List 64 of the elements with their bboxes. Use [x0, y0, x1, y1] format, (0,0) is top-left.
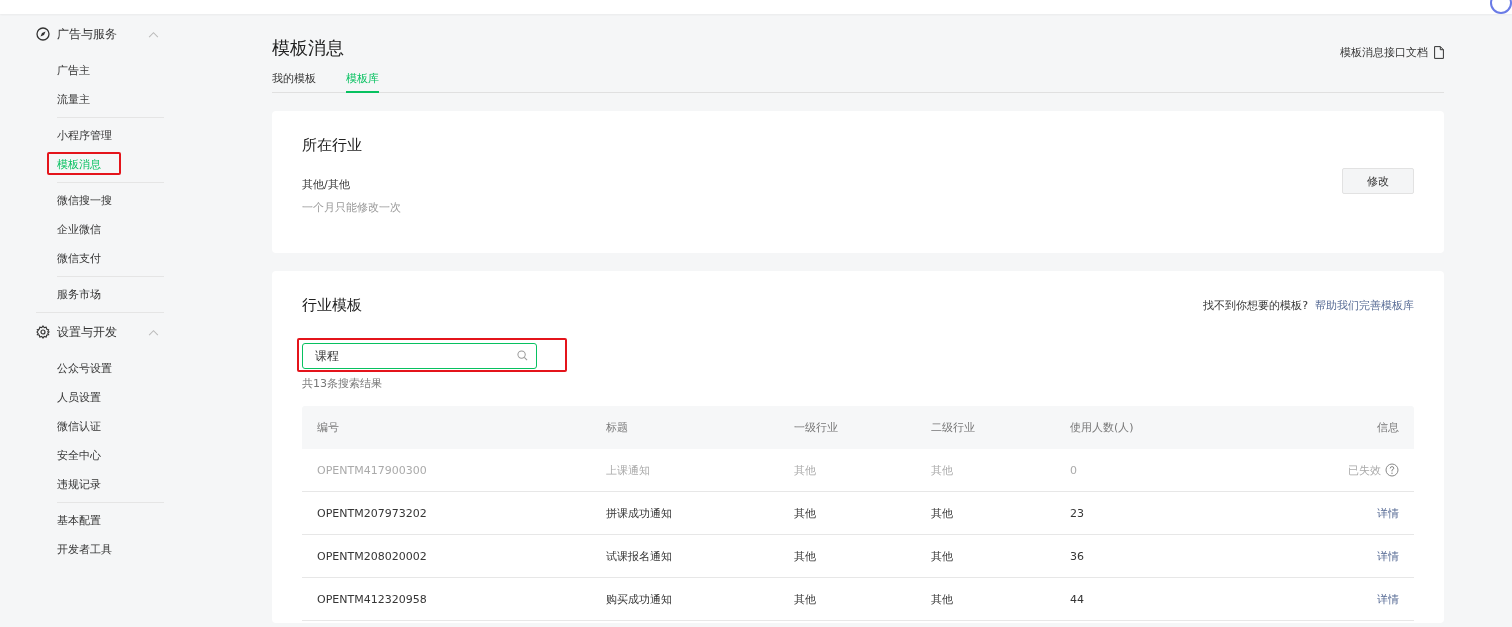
settings-icon: [36, 325, 50, 339]
sidebar-item[interactable]: 微信认证: [57, 419, 101, 434]
table-cell: 其他: [794, 462, 816, 478]
group-title[interactable]: 广告与服务: [57, 25, 148, 43]
column-header: 信息: [1377, 420, 1399, 435]
sidebar-item[interactable]: 基本配置: [57, 513, 101, 528]
sidebar-item[interactable]: 开发者工具: [57, 542, 112, 557]
tab[interactable]: 我的模板: [272, 69, 316, 93]
sidebar-item[interactable]: 服务市场: [57, 287, 101, 302]
sidebar-item[interactable]: 违规记录: [57, 477, 101, 492]
table-cell: 其他: [794, 548, 816, 564]
table-cell: 其他: [931, 548, 953, 564]
chevron-icon[interactable]: [148, 30, 159, 38]
sidebar-item[interactable]: 微信支付: [57, 251, 101, 266]
column-header: 一级行业: [794, 420, 838, 435]
card-title: 所在行业: [302, 136, 363, 155]
table-cell: 其他: [931, 505, 953, 521]
table-cell: OPENTM412320958: [317, 592, 427, 606]
status-text: 已失效: [1348, 462, 1381, 478]
doc-link[interactable]: 模板消息接口文档: [1340, 44, 1428, 60]
industry-value: 其他/其他: [302, 177, 351, 192]
table-cell: 拼课成功通知: [606, 505, 672, 521]
sidebar-item[interactable]: 微信搜一搜: [57, 193, 112, 208]
result-count: 共13条搜索结果: [302, 376, 383, 391]
table-cell: 试课报名通知: [606, 548, 672, 564]
table-cell: 购买成功通知: [606, 591, 672, 607]
table-cell: OPENTM417900300: [317, 463, 427, 477]
page-title: 模板消息: [272, 36, 345, 60]
sidebar-item[interactable]: 广告主: [57, 63, 90, 78]
chevron-icon[interactable]: [148, 328, 159, 336]
sidebar-item[interactable]: 小程序管理: [57, 128, 112, 143]
table-cell: 44: [1070, 592, 1084, 606]
column-header: 标题: [606, 420, 628, 435]
column-header: 编号: [317, 420, 339, 435]
table-cell: OPENTM207973202: [317, 506, 427, 520]
document-icon[interactable]: [1434, 45, 1444, 59]
sidebar-item[interactable]: 流量主: [57, 92, 90, 107]
help-link[interactable]: 帮助我们完善模板库: [1315, 298, 1414, 313]
table-cell: 23: [1070, 506, 1084, 520]
sidebar-item[interactable]: 安全中心: [57, 448, 101, 463]
search-field[interactable]: 课程: [302, 343, 537, 369]
sidebar-item[interactable]: 企业微信: [57, 222, 101, 237]
group-title[interactable]: 设置与开发: [57, 323, 148, 341]
detail-link[interactable]: 详情: [1377, 505, 1399, 521]
industry-note: 一个月只能修改一次: [302, 200, 401, 215]
table-cell: 36: [1070, 549, 1084, 563]
table-cell: 其他: [794, 591, 816, 607]
sidebar-item[interactable]: 公众号设置: [57, 361, 112, 376]
table-cell: 0: [1070, 463, 1077, 477]
modify-button[interactable]: 修改: [1342, 168, 1414, 194]
table-cell: 其他: [931, 591, 953, 607]
detail-link[interactable]: 详情: [1377, 591, 1399, 607]
table-cell: 其他: [794, 505, 816, 521]
compass-icon: [36, 27, 50, 41]
detail-link[interactable]: 详情: [1377, 548, 1399, 564]
table-cell: 其他: [931, 462, 953, 478]
column-header: 二级行业: [931, 420, 975, 435]
table-cell: 上课通知: [606, 462, 650, 478]
card-title: 行业模板: [302, 296, 362, 315]
column-header: 使用人数(人): [1070, 420, 1134, 435]
table-cell: OPENTM208020002: [317, 549, 427, 563]
hint-text: 找不到你想要的模板?: [1203, 298, 1308, 313]
search-icon[interactable]: [517, 350, 528, 361]
sidebar-item[interactable]: 人员设置: [57, 390, 101, 405]
